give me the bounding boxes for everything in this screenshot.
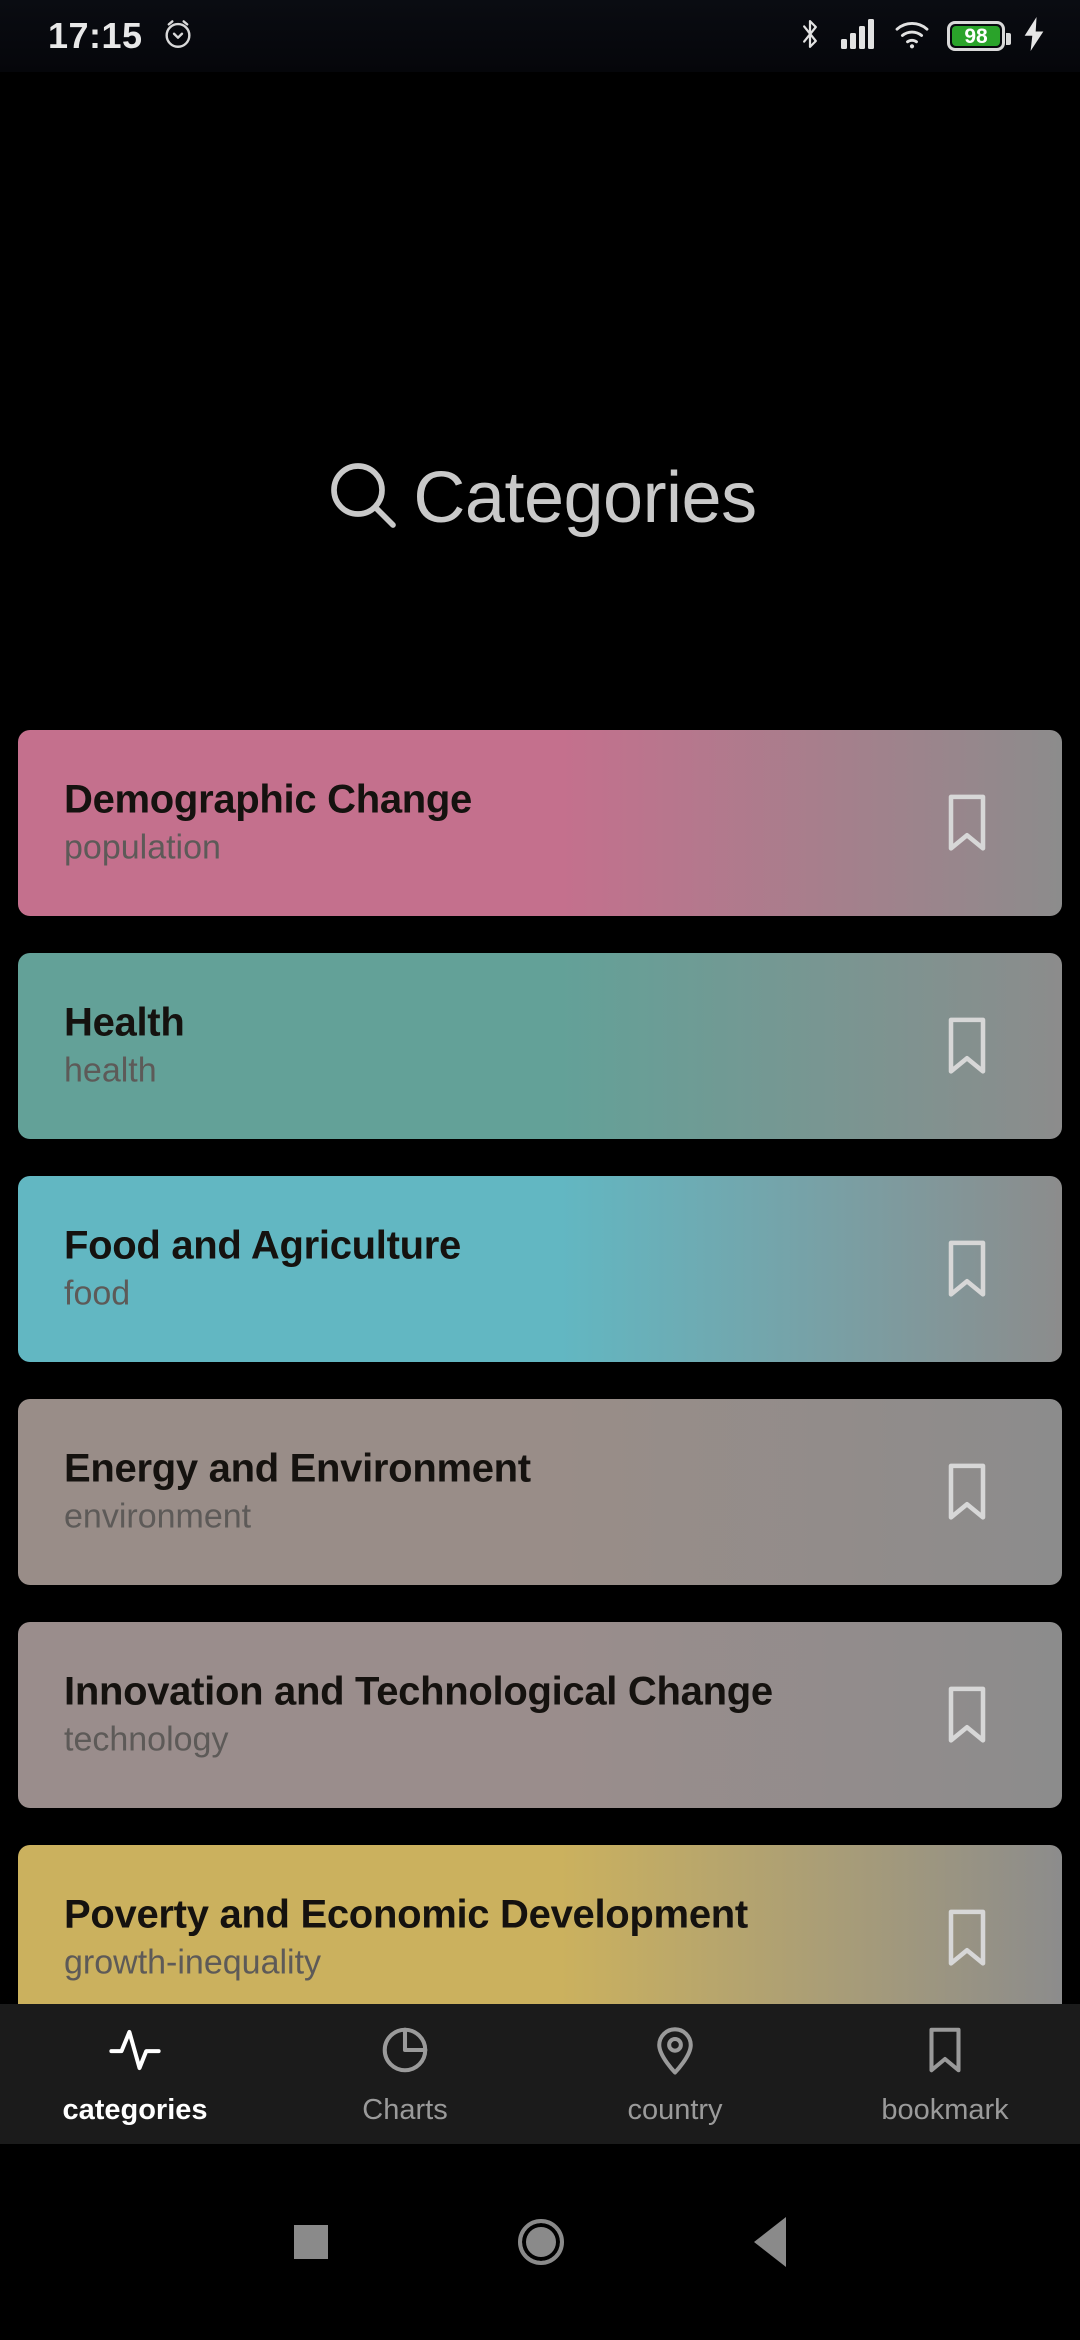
alarm-clock-icon [161,17,195,56]
bluetooth-icon [796,17,824,56]
category-title: Poverty and Economic Development [64,1892,748,1937]
page-title: Categories [413,457,757,538]
nav-label: bookmark [881,2094,1009,2126]
category-title: Health [64,1000,185,1045]
category-card-text: Innovation and Technological Change tech… [64,1669,773,1760]
bookmark-icon[interactable] [940,1683,994,1747]
nav-item-bookmark[interactable]: bookmark [810,2023,1080,2125]
nav-item-categories[interactable]: categories [0,2023,270,2125]
bookmark-icon[interactable] [940,1014,994,1078]
nav-item-country[interactable]: country [540,2023,810,2125]
category-card-health[interactable]: Health health [18,953,1062,1139]
category-card-food-and-agriculture[interactable]: Food and Agriculture food [18,1176,1062,1362]
square-recents-icon[interactable] [294,2225,328,2259]
pie-chart-icon [378,2023,432,2082]
category-title: Food and Agriculture [64,1223,461,1268]
category-title: Innovation and Technological Change [64,1669,773,1714]
nav-label: categories [62,2094,208,2126]
bottom-navigation-bar: categories Charts country bookmark [0,2004,1080,2144]
status-bar-left: 17:15 [48,17,195,56]
category-card-demographic-change[interactable]: Demographic Change population [18,730,1062,916]
category-title: Energy and Environment [64,1446,531,1491]
category-list[interactable]: Demographic Change population Health hea… [0,730,1080,2055]
page-header: Categories [0,455,1080,540]
bookmark-icon [918,2023,972,2082]
search-icon[interactable] [323,455,403,540]
charging-bolt-icon [1022,16,1046,56]
category-slug: health [64,1051,157,1090]
triangle-back-icon[interactable] [754,2217,786,2267]
location-pin-icon [648,2023,702,2082]
category-card-text: Food and Agriculture food [64,1223,461,1314]
category-card-text: Poverty and Economic Development growth-… [64,1892,748,1983]
category-slug: technology [64,1720,229,1759]
category-card-text: Energy and Environment environment [64,1446,531,1537]
cellular-signal-icon [841,18,877,54]
circle-home-icon[interactable] [518,2219,564,2265]
nav-label: country [627,2094,723,2126]
category-card-text: Demographic Change population [64,777,472,868]
nav-label: Charts [362,2094,448,2126]
wifi-icon [894,19,930,54]
status-bar-right: 98 [796,16,1046,56]
status-time: 17:15 [48,15,143,56]
status-bar: 17:15 98 [0,0,1080,72]
category-slug: food [64,1274,131,1313]
category-slug: environment [64,1497,252,1536]
bookmark-icon[interactable] [940,1237,994,1301]
bookmark-icon[interactable] [940,1460,994,1524]
category-card-energy-and-environment[interactable]: Energy and Environment environment [18,1399,1062,1585]
activity-pulse-icon [108,2023,162,2082]
bookmark-icon[interactable] [940,791,994,855]
battery-icon: 98 [947,21,1011,51]
category-title: Demographic Change [64,777,472,822]
battery-level: 98 [964,24,988,48]
android-system-navigation [0,2144,1080,2340]
category-slug: growth-inequality [64,1943,322,1982]
category-card-text: Health health [64,1000,185,1091]
bookmark-icon[interactable] [940,1906,994,1970]
category-slug: population [64,828,221,867]
category-card-innovation-and-technological-change[interactable]: Innovation and Technological Change tech… [18,1622,1062,1808]
nav-item-charts[interactable]: Charts [270,2023,540,2125]
